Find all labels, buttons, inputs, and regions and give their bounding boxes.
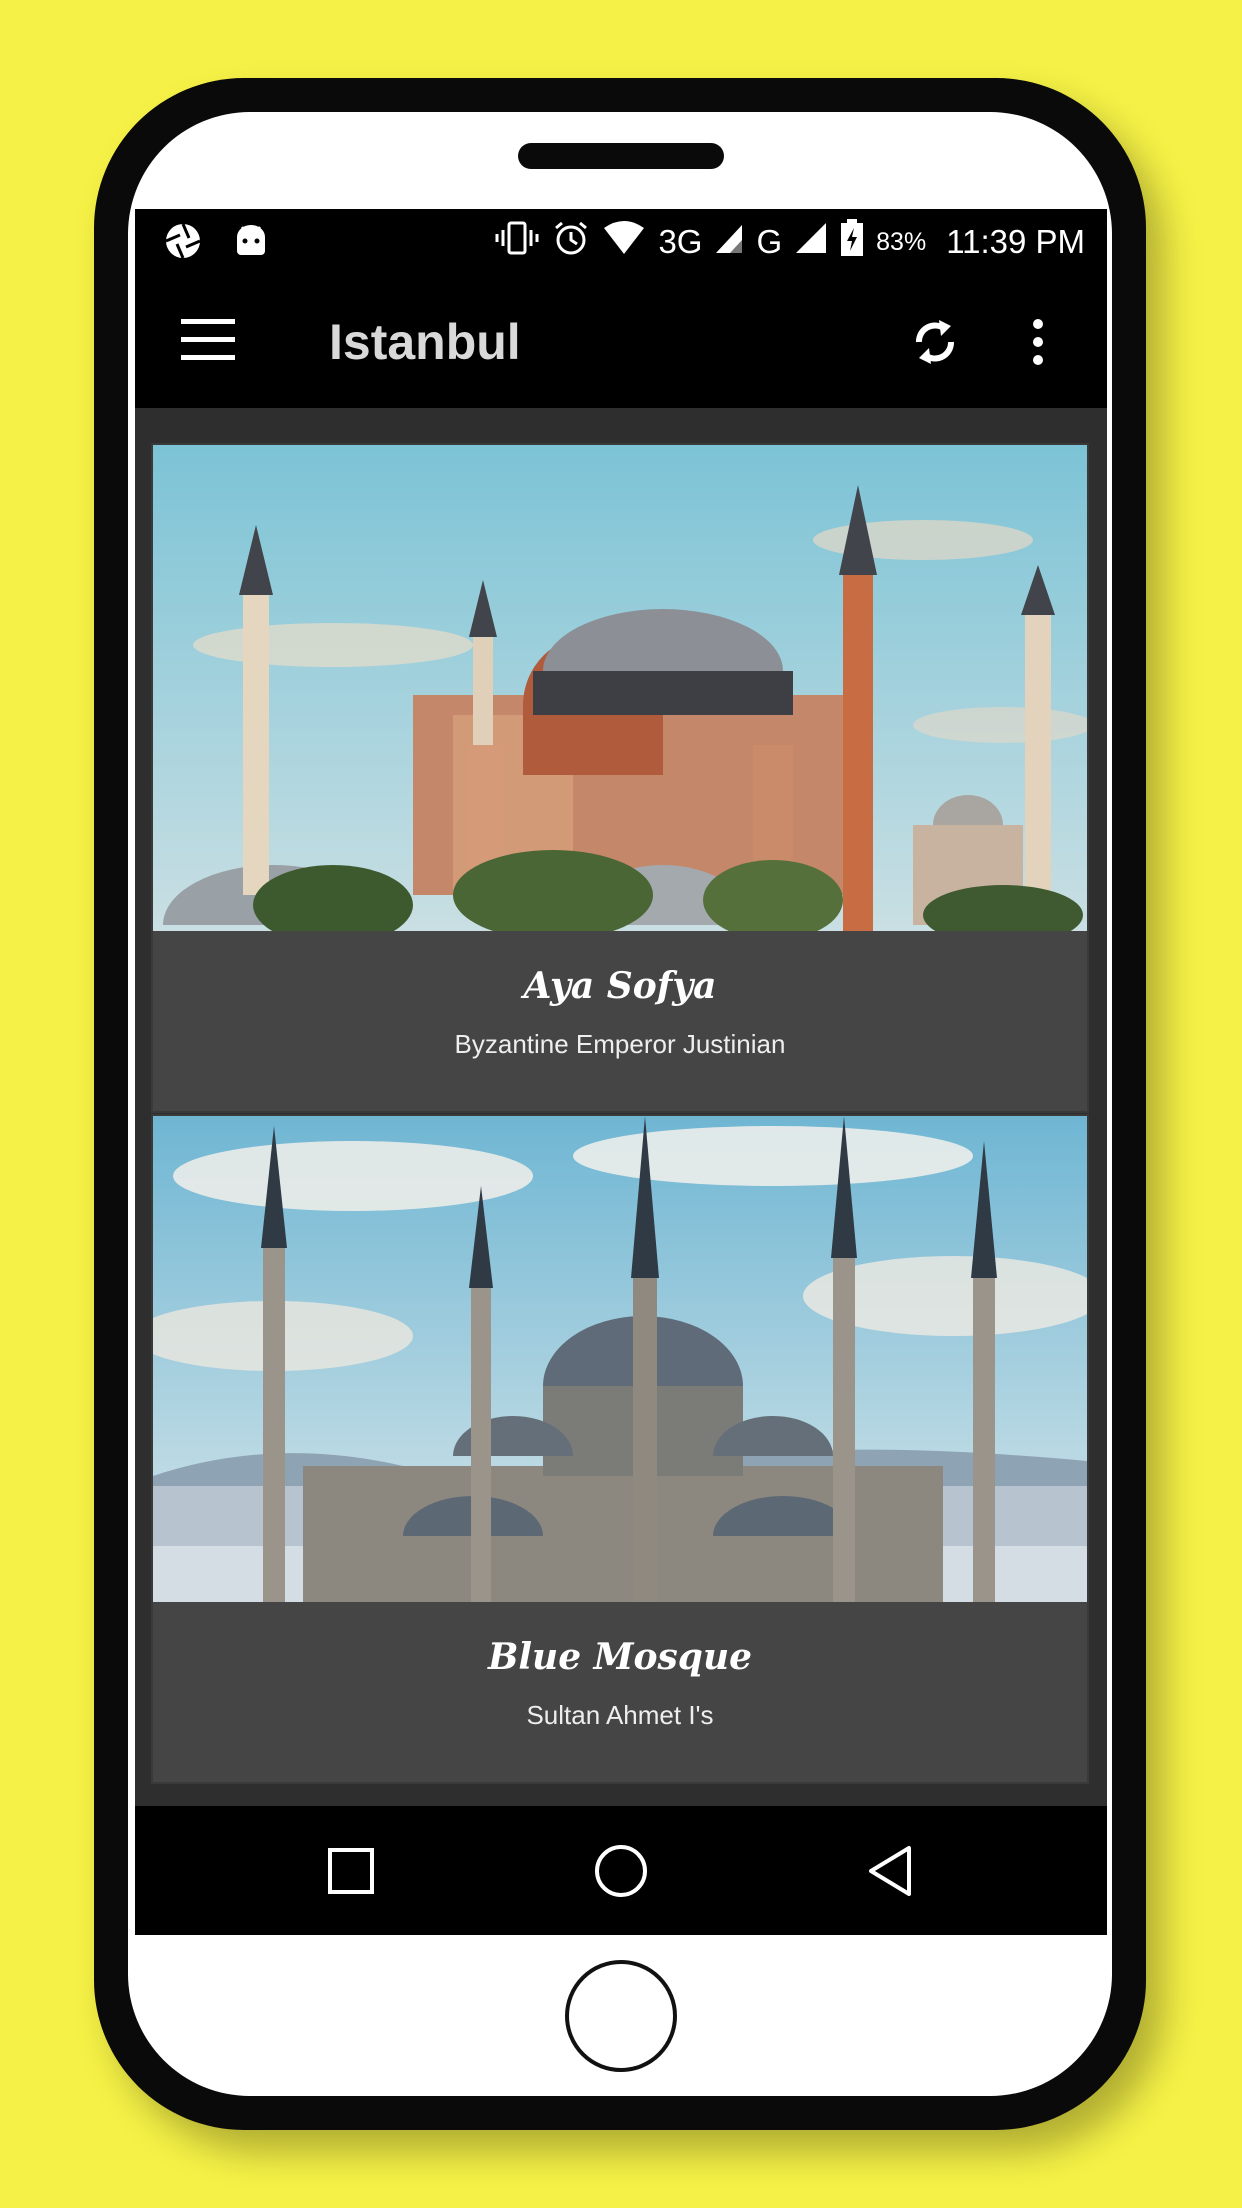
network-type-3g: 3G	[658, 223, 703, 260]
network-type-g: G	[756, 223, 783, 260]
back-triangle-icon[interactable]	[863, 1843, 919, 1899]
status-bar: 3G G 83% 11:39 PM	[135, 209, 1107, 275]
alarm-icon	[552, 219, 590, 265]
card-subtitle: Byzantine Emperor Justinian	[454, 1029, 786, 1059]
menu-icon[interactable]	[181, 319, 235, 361]
wifi-icon	[602, 220, 646, 264]
app-screen: 3G G 83% 11:39 PM Istanbul Aya Sofya Byz…	[135, 209, 1107, 1935]
signal-icon	[794, 221, 828, 263]
refresh-icon[interactable]	[905, 312, 965, 372]
phone-home-button[interactable]	[565, 1960, 677, 2072]
place-card[interactable]: Aya Sofya Byzantine Emperor Justinian	[151, 443, 1089, 1113]
battery-charging-icon	[840, 219, 864, 265]
home-circle-icon[interactable]	[593, 1843, 649, 1899]
signal-icon	[714, 221, 744, 263]
page-title: Istanbul	[329, 314, 521, 370]
place-card[interactable]: Blue Mosque Sultan Ahmet I's	[151, 1114, 1089, 1784]
aperture-icon	[163, 221, 203, 266]
card-title: Blue Mosque	[487, 1636, 753, 1678]
status-time: 11:39 PM	[946, 223, 1085, 260]
system-nav-bar	[135, 1806, 1107, 1935]
card-title: Aya Sofya	[523, 965, 717, 1007]
vibrate-icon	[494, 220, 540, 264]
battery-percent: 83%	[876, 227, 927, 256]
hagia-sophia-photo	[153, 445, 1087, 931]
app-bar: Istanbul	[135, 275, 1107, 408]
more-vert-icon[interactable]	[1025, 312, 1051, 372]
android-icon	[235, 221, 267, 266]
recents-square-icon[interactable]	[323, 1843, 379, 1899]
blue-mosque-photo	[153, 1116, 1087, 1602]
phone-speaker	[518, 143, 724, 169]
card-subtitle: Sultan Ahmet I's	[526, 1700, 714, 1730]
